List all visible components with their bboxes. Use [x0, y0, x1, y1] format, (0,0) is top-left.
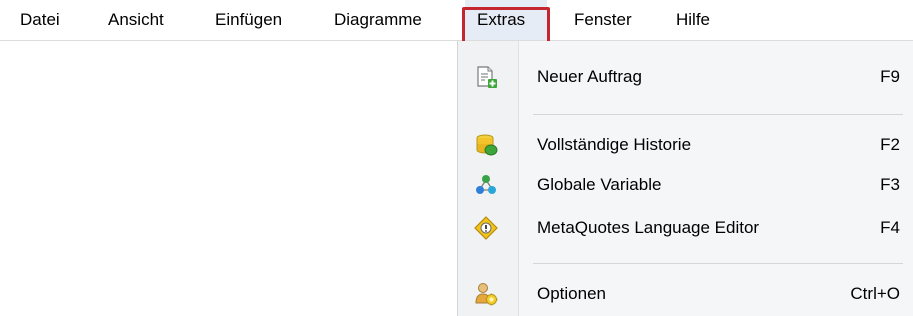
menu-item-label: Optionen: [537, 284, 606, 303]
global-variables-icon: [474, 173, 498, 197]
menu-diagramme[interactable]: Diagramme: [334, 0, 422, 40]
menu-fenster[interactable]: Fenster: [574, 0, 632, 40]
menu-item-globale-variable[interactable]: Globale Variable F3: [458, 165, 913, 205]
new-order-icon: [474, 65, 498, 89]
menu-item-shortcut: F4: [880, 218, 900, 237]
options-icon: [474, 282, 498, 306]
menu-item-shortcut: F2: [880, 135, 900, 154]
menu-item-shortcut: F9: [880, 67, 900, 86]
menu-item-label: Vollständige Historie: [537, 135, 692, 154]
menu-datei[interactable]: Datei: [20, 0, 60, 40]
menu-separator: [533, 263, 903, 264]
menu-bar: Datei Ansicht Einfügen Diagramme Extras …: [0, 0, 913, 41]
menu-item-label: MetaQuotes Language Editor: [537, 218, 760, 237]
database-icon: [474, 133, 498, 157]
metaeditor-icon: [474, 216, 498, 240]
menu-separator: [533, 114, 903, 115]
menu-item-label: Globale Variable: [537, 175, 662, 194]
menu-item-shortcut: F3: [880, 175, 900, 194]
menu-item-neuer-auftrag[interactable]: Neuer Auftrag F9: [458, 57, 913, 97]
menu-einfuegen[interactable]: Einfügen: [215, 0, 282, 40]
menu-item-optionen[interactable]: Optionen Ctrl+O: [458, 274, 913, 314]
menu-item-shortcut: Ctrl+O: [850, 284, 900, 303]
menu-item-metaquotes-editor[interactable]: MetaQuotes Language Editor F4: [458, 208, 913, 248]
extras-highlight-frame: [462, 7, 550, 44]
menu-item-label: Neuer Auftrag: [537, 67, 642, 86]
menu-item-vollstaendige-historie[interactable]: Vollständige Historie F2: [458, 125, 913, 165]
menu-ansicht[interactable]: Ansicht: [108, 0, 164, 40]
menu-hilfe[interactable]: Hilfe: [676, 0, 710, 40]
extras-dropdown-menu: Neuer Auftrag F9 Vollständige Historie F…: [457, 41, 913, 316]
